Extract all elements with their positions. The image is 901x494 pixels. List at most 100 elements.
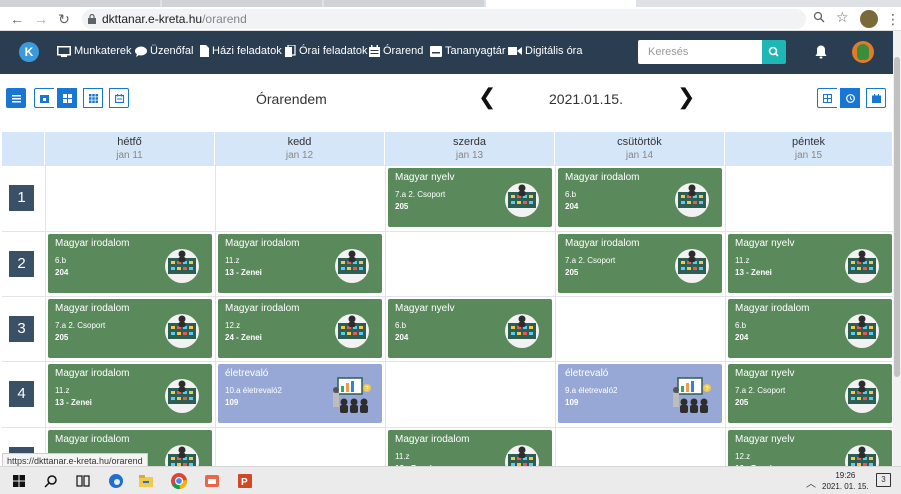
edge-browser-icon[interactable] [107,472,125,490]
back-icon[interactable]: ← [8,10,26,28]
bell-icon[interactable] [815,45,827,59]
lesson-illustration [840,246,884,284]
nav-item-tananyagtar[interactable]: Tananyagtár [430,45,506,57]
camera-app-icon[interactable] [203,472,221,490]
lesson-card[interactable]: Magyar nyelv 7.a 2. Csoport 205 [728,364,892,423]
kreta-logo[interactable]: K [19,42,39,62]
month-view-button[interactable] [83,88,103,108]
lesson-card[interactable]: Magyar irodalom11.z13 - Zenei [218,234,382,293]
browser-tab[interactable] [162,0,322,7]
search-icon[interactable] [42,472,60,490]
lesson-illustration [160,246,204,284]
next-week-arrow[interactable]: ❯ [677,86,695,108]
nav-item-digitalis-ora[interactable]: Digitális óra [508,45,582,57]
bookmark-star-icon[interactable]: ☆ [836,9,849,26]
zoom-icon[interactable] [813,11,825,23]
lesson-card[interactable]: Magyar irodalom 6.b 204 [728,299,892,358]
lesson-subject: Magyar irodalom [55,368,130,379]
week-view-button[interactable] [57,88,77,108]
lesson-card[interactable]: Magyar irodalom 12.z 24 - Zenei [218,299,382,358]
table-layout-button[interactable] [817,88,837,108]
prev-week-arrow[interactable]: ❮ [478,86,496,108]
lesson-card[interactable]: Magyar nyelv12.z16 - Zenei [728,430,892,466]
nav-item-orarend[interactable]: Órarend [369,45,423,57]
file-explorer-icon[interactable] [137,472,155,490]
day-header-hetfo: hétfő jan 11 [45,132,215,165]
windows-taskbar: P ︿ 19:26 2021. 01. 15. 3 [0,466,901,494]
page-scrollbar[interactable] [893,31,901,466]
browser-menu-icon[interactable]: ⋮ [886,10,900,28]
lesson-subject: Magyar irodalom [225,303,300,314]
lesson-subject: Magyar nyelv [735,368,795,379]
url-host: dkttanar.e-kreta.hu [102,12,203,26]
search-placeholder: Keresés [648,46,689,58]
calendar-icon [369,45,380,57]
search-button[interactable] [762,40,786,64]
day-name: kedd [287,136,312,148]
agenda-view-button[interactable] [109,88,129,108]
lesson-card[interactable]: Magyar nyelv 6.b 204 [388,299,552,358]
lesson-room: 205 [395,202,409,211]
lesson-room: 205 [735,398,749,407]
reload-icon[interactable]: ↻ [55,10,73,28]
scrollbar-thumb[interactable] [894,57,900,377]
lesson-card[interactable]: Magyar irodalom 6.b 204 [558,168,722,227]
day-date: jan 15 [794,150,823,161]
list-icon [12,95,21,103]
lesson-card[interactable]: Magyar irodalom 6.b 204 [48,234,212,293]
teacher-blackboard-icon [845,445,879,466]
user-avatar[interactable] [852,41,874,63]
lesson-card[interactable]: Magyar irodalom 7.a 2. Csoport 205 [558,234,722,293]
clock-date: 2021. 01. 15. [822,482,869,491]
page-title: Órarendem [256,91,327,107]
lesson-card[interactable]: Magyar nyelv 11.z 13 - Zenei [728,234,892,293]
teacher-blackboard-icon [165,445,199,466]
browser-profile-avatar[interactable] [860,10,878,28]
nav-item-munkaterek[interactable]: Munkaterek [57,45,131,57]
period-number: 2 [9,251,34,277]
browser-tab[interactable] [0,0,160,7]
period-number: 4 [9,381,34,407]
time-layout-button[interactable] [840,88,860,108]
system-clock[interactable]: 19:26 2021. 01. 15. [822,470,869,492]
calendar-layout-button[interactable] [866,88,886,108]
search-input[interactable]: Keresés [638,40,762,64]
chevron-up-icon[interactable]: ︿ [806,475,816,490]
teacher-blackboard-icon [165,314,199,348]
lesson-group: 6.b [565,190,577,199]
browser-tab-active[interactable] [486,0,636,7]
lesson-card[interactable]: Magyar irodalom11.z13 - Zenei [48,364,212,423]
lesson-subject: Magyar irodalom [565,238,640,249]
nav-item-hazi-feladatok[interactable]: Házi feladatok [200,45,282,57]
lesson-illustration [670,246,714,284]
lesson-illustration [840,376,884,414]
lesson-card[interactable]: Magyar nyelv 7.a 2. Csoport 205 [388,168,552,227]
lesson-group: 11.z [395,452,410,461]
lesson-room: 204 [735,333,749,342]
nav-item-orai-feladatok[interactable]: Órai feladatok [285,45,367,57]
grid-row-line [2,165,893,166]
forward-icon[interactable]: → [32,10,50,28]
list-view-button[interactable] [6,88,26,108]
nav-item-uzenofal[interactable]: Üzenőfal [135,45,193,57]
chrome-icon[interactable] [170,472,188,490]
lesson-card[interactable]: Magyar irodalom 7.a 2. Csoport 205 [48,299,212,358]
day-view-button[interactable] [34,88,54,108]
corner-header [2,132,45,165]
lesson-card[interactable]: életrevaló 10.a életrevaló2 109? [218,364,382,423]
url-input[interactable]: dkttanar.e-kreta.hu/orarend [82,9,806,29]
windows-start-icon[interactable] [10,472,28,490]
classroom-presentation-icon: ? [673,377,711,413]
notification-center-icon[interactable]: 3 [876,473,891,487]
lesson-card[interactable]: életrevaló 9.a életrevaló2 109? [558,364,722,423]
lesson-card[interactable]: Magyar irodalom11.z13 - Zenei [388,430,552,466]
powerpoint-icon[interactable]: P [236,472,254,490]
lesson-illustration [840,442,884,466]
grid-col-line [725,165,726,466]
lesson-group: 6.b [395,321,407,330]
nav-label: Munkaterek [74,45,132,57]
task-view-icon[interactable] [74,472,92,490]
browser-tab[interactable] [324,0,484,7]
lesson-subject: Magyar irodalom [55,434,130,445]
lesson-illustration: ? [670,376,714,414]
